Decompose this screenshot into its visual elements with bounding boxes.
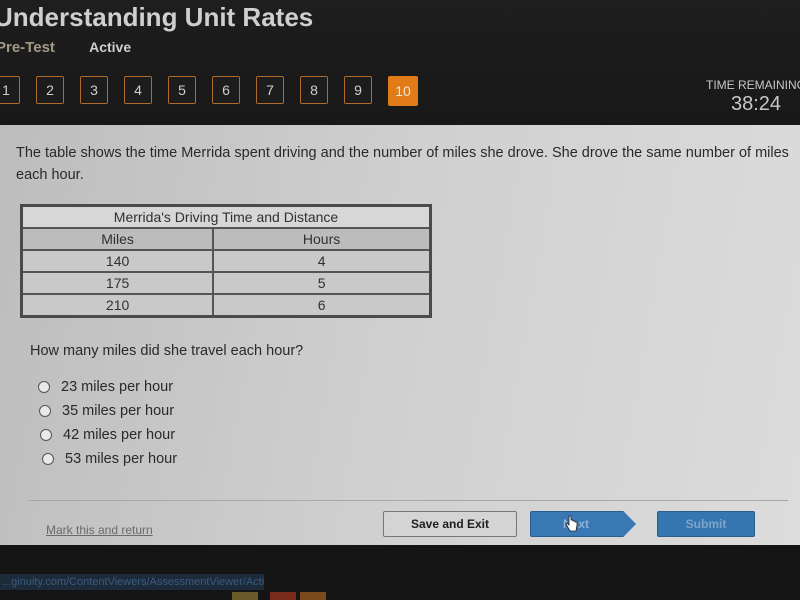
choice-label: 42 miles per hour	[63, 427, 176, 443]
table-row: 140 4	[20, 249, 432, 273]
submit-button[interactable]: Submit	[657, 511, 755, 537]
column-header-miles: Miles	[20, 227, 215, 251]
question-navigation: 1 2 3 4 5 6 7 8 9 10	[0, 76, 434, 106]
driving-data-table: Merrida's Driving Time and Distance Mile…	[20, 204, 432, 318]
radio-button[interactable]	[40, 429, 52, 441]
question-button-4[interactable]: 4	[124, 76, 152, 104]
miles-cell: 140	[20, 249, 215, 273]
table-caption: Merrida's Driving Time and Distance	[20, 204, 432, 229]
miles-cell: 175	[20, 271, 215, 295]
mode-label: Pre-Test	[0, 39, 55, 56]
question-button-1[interactable]: 1	[0, 76, 20, 104]
hours-cell: 6	[212, 293, 432, 318]
question-button-9[interactable]: 9	[344, 76, 372, 104]
question-button-2[interactable]: 2	[36, 76, 64, 104]
question-prompt: The table shows the time Merrida spent d…	[16, 145, 789, 183]
footer-divider	[28, 500, 788, 501]
radio-button[interactable]	[39, 405, 51, 417]
answer-choice-d[interactable]: 53 miles per hour	[42, 447, 177, 471]
question-text: How many miles did she travel each hour?	[30, 343, 304, 359]
choice-label: 53 miles per hour	[65, 451, 178, 467]
mark-and-return-link[interactable]: Mark this and return	[46, 523, 153, 537]
taskbar-app-icon[interactable]	[300, 592, 326, 600]
timer-value: 38:24	[730, 93, 782, 115]
column-header-hours: Hours	[212, 227, 432, 251]
browser-status-url: ...ginuity.com/ContentViewers/Assessment…	[0, 574, 264, 590]
question-button-3[interactable]: 3	[80, 76, 108, 104]
table-row: 175 5	[20, 271, 432, 295]
save-and-exit-button[interactable]: Save and Exit	[383, 511, 517, 537]
question-button-7[interactable]: 7	[256, 76, 284, 104]
timer-label: TIME REMAINING	[705, 78, 800, 92]
question-panel: The table shows the time Merrida spent d…	[0, 125, 800, 545]
choice-label: 35 miles per hour	[62, 403, 175, 419]
next-button[interactable]: Next	[530, 511, 636, 537]
status-label: Active	[89, 39, 132, 55]
page-title: Understanding Unit Rates	[0, 2, 314, 32]
subtitle-row: Pre-Test Active	[0, 39, 131, 56]
hand-pointer-icon	[565, 515, 578, 532]
answer-choices: 23 miles per hour 35 miles per hour 42 m…	[38, 375, 177, 471]
question-button-8[interactable]: 8	[300, 76, 328, 104]
taskbar-app-icon[interactable]	[232, 592, 258, 600]
time-remaining: TIME REMAINING 38:24	[706, 78, 800, 116]
hours-cell: 5	[212, 271, 432, 295]
question-button-10-active[interactable]: 10	[388, 76, 418, 106]
table-row: 210 6	[20, 293, 432, 318]
answer-choice-b[interactable]: 35 miles per hour	[39, 399, 177, 423]
question-button-6[interactable]: 6	[212, 76, 240, 104]
question-button-5[interactable]: 5	[168, 76, 196, 104]
answer-choice-c[interactable]: 42 miles per hour	[40, 423, 177, 447]
radio-button[interactable]	[42, 453, 54, 465]
taskbar-app-icon[interactable]	[270, 592, 296, 600]
choice-label: 23 miles per hour	[61, 379, 174, 395]
miles-cell: 210	[20, 293, 215, 318]
radio-button[interactable]	[38, 381, 50, 393]
answer-choice-a[interactable]: 23 miles per hour	[38, 375, 177, 399]
hours-cell: 4	[212, 249, 432, 273]
assessment-header: Understanding Unit Rates Pre-Test Active…	[0, 0, 800, 125]
